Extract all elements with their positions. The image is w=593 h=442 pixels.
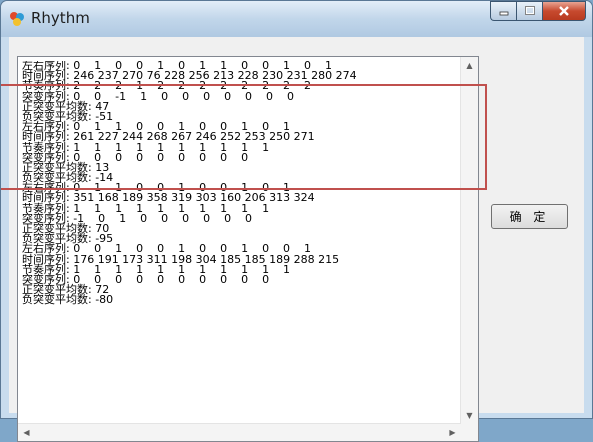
output-textbox[interactable]: 左右序列: 0 1 0 0 1 0 1 1 0 0 1 0 1 时间序列: 246… [17, 56, 479, 442]
horizontal-scrollbar[interactable]: ◀ ▶ [18, 423, 461, 441]
minimize-button[interactable] [490, 1, 516, 21]
scroll-down-icon[interactable]: ▼ [461, 407, 478, 424]
main-window: Rhythm 左右序列: 0 1 0 0 1 0 1 1 0 0 1 0 1 时间… [0, 0, 593, 442]
client-area: 左右序列: 0 1 0 0 1 0 1 1 0 0 1 0 1 时间序列: 246… [9, 37, 584, 442]
output-line: 负突变平均数: -80 [22, 293, 114, 307]
close-icon [559, 6, 569, 16]
maximize-button[interactable] [516, 1, 542, 21]
window-title: Rhythm [31, 9, 90, 27]
vertical-scrollbar[interactable]: ▲ ▼ [460, 57, 478, 441]
scroll-up-icon[interactable]: ▲ [461, 57, 478, 74]
scroll-left-icon[interactable]: ◀ [18, 424, 35, 441]
caption-buttons [490, 1, 586, 23]
close-button[interactable] [542, 1, 586, 21]
scroll-right-icon[interactable]: ▶ [444, 424, 461, 441]
app-icon [10, 12, 24, 26]
maximize-icon [524, 6, 535, 15]
title-bar[interactable]: Rhythm [1, 1, 592, 37]
minimize-icon [499, 11, 508, 16]
output-lines: 左右序列: 0 1 0 0 1 0 1 1 0 0 1 0 1 时间序列: 246… [22, 61, 460, 401]
ok-button[interactable]: 确 定 [491, 204, 568, 229]
